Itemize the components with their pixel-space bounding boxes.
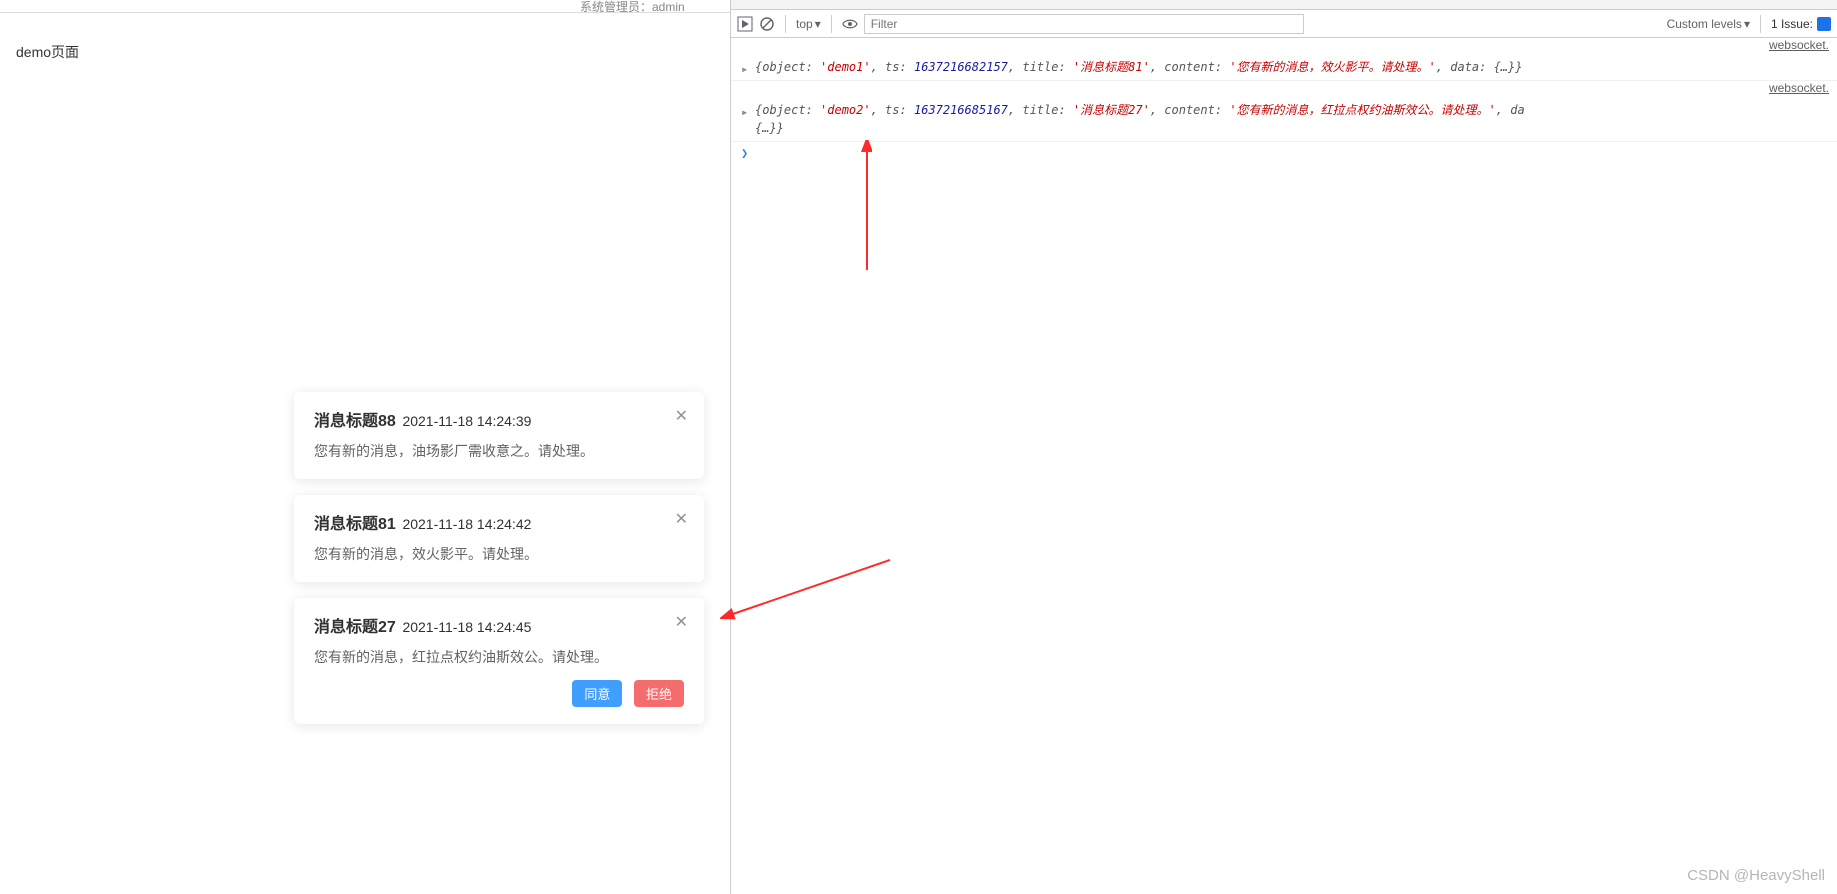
notification-card: ✕ 消息标题27 2021-11-18 14:24:45 您有新的消息，红拉点权… (294, 598, 704, 724)
levels-selector[interactable]: Custom levels ▾ (1667, 17, 1750, 31)
chevron-down-icon: ▾ (815, 17, 821, 31)
console-body: websocket. ▸ {object: 'demo1', ts: 16372… (731, 38, 1837, 164)
play-icon[interactable] (737, 16, 753, 32)
expand-triangle-icon[interactable]: ▸ (741, 103, 748, 121)
context-selector[interactable]: top ▾ (796, 17, 821, 31)
source-link[interactable]: websocket. (1769, 38, 1829, 52)
notification-content: 您有新的消息，红拉点权约油斯效公。请处理。 (314, 647, 684, 668)
console-log-row[interactable]: ▸ {object: 'demo2', ts: 1637216685167, t… (731, 97, 1837, 142)
console-prompt[interactable]: ❯ (731, 142, 1837, 164)
notification-title: 消息标题81 (314, 516, 396, 533)
devtools-tabs-cut (731, 0, 1837, 10)
notification-content: 您有新的消息，效火影平。请处理。 (314, 544, 684, 565)
notification-timestamp: 2021-11-18 14:24:45 (402, 619, 531, 635)
chevron-down-icon: ▾ (1744, 17, 1750, 31)
notification-stack: ✕ 消息标题88 2021-11-18 14:24:39 您有新的消息，油场影厂… (294, 392, 704, 740)
agree-button[interactable]: 同意 (572, 680, 622, 707)
close-icon[interactable]: ✕ (675, 615, 688, 631)
top-divider (0, 12, 730, 13)
filter-input[interactable] (864, 14, 1304, 34)
expand-triangle-icon[interactable]: ▸ (741, 60, 748, 78)
notification-title: 消息标题88 (314, 413, 396, 430)
notification-timestamp: 2021-11-18 14:24:39 (402, 413, 531, 429)
issue-icon (1817, 17, 1831, 31)
clear-icon[interactable] (759, 16, 775, 32)
notification-card: ✕ 消息标题81 2021-11-18 14:24:42 您有新的消息，效火影平… (294, 495, 704, 582)
console-toolbar: top ▾ Custom levels ▾ 1 Issue: (731, 10, 1837, 38)
watermark: CSDN @HeavyShell (1687, 867, 1825, 884)
notification-content: 您有新的消息，油场影厂需收意之。请处理。 (314, 441, 684, 462)
console-log-row[interactable]: ▸ {object: 'demo1', ts: 1637216682157, t… (731, 54, 1837, 81)
refuse-button[interactable]: 拒绝 (634, 680, 684, 707)
notification-actions: 同意 拒绝 (314, 680, 684, 707)
devtools-panel: top ▾ Custom levels ▾ 1 Issue: websocket… (730, 0, 1837, 894)
eye-icon[interactable] (842, 16, 858, 32)
close-icon[interactable]: ✕ (675, 512, 688, 528)
issues-indicator[interactable]: 1 Issue: (1771, 17, 1831, 31)
page-title: demo页面 (16, 42, 79, 62)
notification-card: ✕ 消息标题88 2021-11-18 14:24:39 您有新的消息，油场影厂… (294, 392, 704, 479)
close-icon[interactable]: ✕ (675, 409, 688, 425)
source-link[interactable]: websocket. (1769, 81, 1829, 95)
notification-title: 消息标题27 (314, 619, 396, 636)
notification-timestamp: 2021-11-18 14:24:42 (402, 516, 531, 532)
